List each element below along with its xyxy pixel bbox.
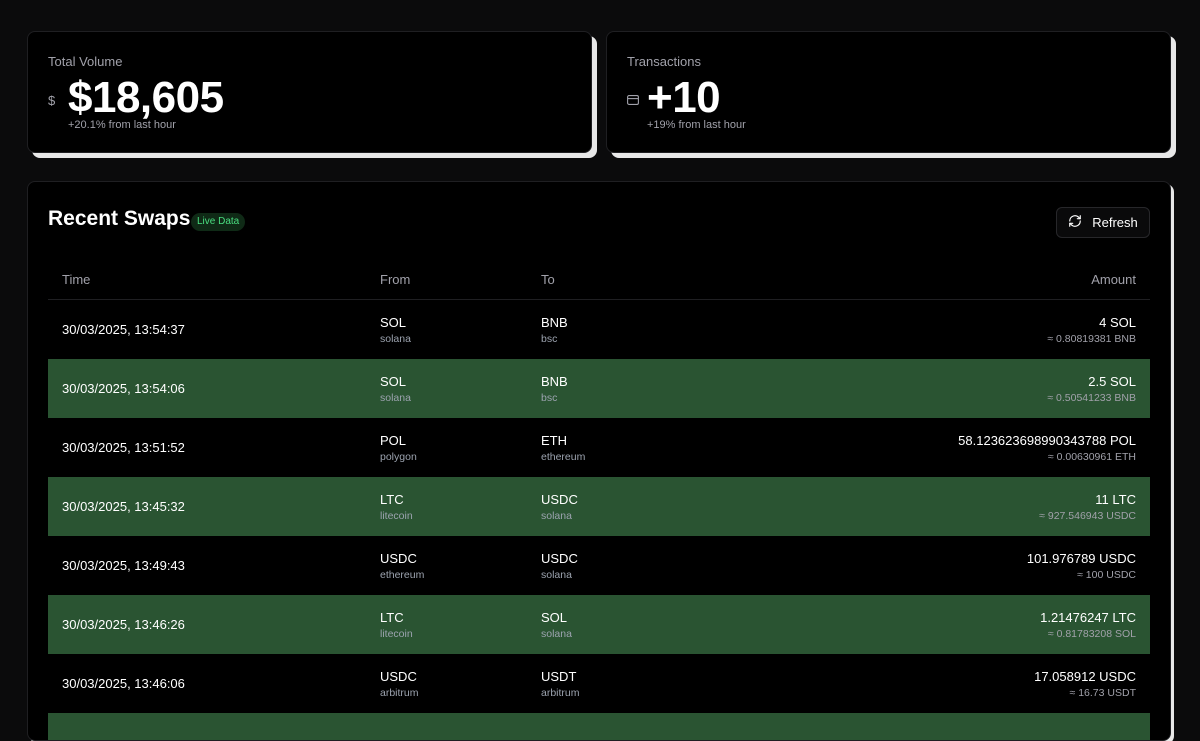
total-volume-card: Total Volume $ $18,605 +20.1% from last … <box>27 31 592 153</box>
column-header-time: Time <box>62 272 91 287</box>
swap-amount: 4 SOL <box>1099 314 1136 330</box>
from-symbol: USDC <box>380 550 417 566</box>
swap-time: 30/03/2025, 13:54:37 <box>62 322 185 337</box>
column-header-amount: Amount <box>1091 272 1136 287</box>
swap-time: 30/03/2025, 13:54:06 <box>62 381 185 396</box>
table-row[interactable]: 30/03/2025, 13:45:32 LTC litecoin USDC sol… <box>48 477 1150 536</box>
swap-approx-amount: ≈ 0.80819381 BNB <box>1047 332 1136 345</box>
from-chain: solana <box>380 391 411 404</box>
swap-approx-amount: ≈ 0.81783208 SOL <box>1047 627 1136 640</box>
swap-time: 30/03/2025, 13:51:52 <box>62 440 185 455</box>
refresh-button[interactable]: Refresh <box>1056 207 1150 238</box>
table-row[interactable]: 30/03/2025, 13:46:26 LTC litecoin SOL sola… <box>48 595 1150 654</box>
swap-amount: 11 LTC <box>1095 491 1136 507</box>
to-symbol: ETH <box>541 432 567 448</box>
recent-swaps-panel: Recent Swaps Live Data Refresh Time From… <box>27 181 1171 741</box>
transactions-card: Transactions +10 +19% from last hour <box>606 31 1171 153</box>
table-row[interactable]: 30/03/2025, 13:54:37 SOL solana BNB bsc 4 … <box>48 300 1150 359</box>
transactions-change: +19% from last hour <box>647 119 746 131</box>
table-header: Time From To Amount <box>48 260 1150 300</box>
table-row[interactable]: 30/03/2025, 13:49:43 USDC ethereum USDC so… <box>48 536 1150 595</box>
live-data-badge: Live Data <box>191 213 246 231</box>
column-header-to: To <box>541 272 555 287</box>
from-symbol: POL <box>380 432 407 448</box>
refresh-label: Refresh <box>1092 215 1138 230</box>
total-volume-label: Total Volume <box>48 54 123 69</box>
swap-approx-amount: ≈ 16.73 USDT <box>1069 686 1136 699</box>
to-chain: solana <box>541 627 572 640</box>
transactions-value: +10 <box>647 73 721 122</box>
from-chain: litecoin <box>380 627 413 640</box>
to-chain: solana <box>541 568 572 581</box>
to-chain: bsc <box>541 332 558 345</box>
swap-approx-amount: ≈ 0.50541233 BNB <box>1047 391 1136 404</box>
swap-time: 30/03/2025, 13:49:43 <box>62 558 185 573</box>
dollar-icon: $ <box>48 92 56 108</box>
total-volume-value: $18,605 <box>68 73 224 122</box>
from-chain: arbitrum <box>380 686 419 699</box>
from-chain: litecoin <box>380 509 413 522</box>
from-symbol: LTC <box>380 491 404 507</box>
column-header-from: From <box>380 272 411 287</box>
credit-card-icon <box>627 95 647 105</box>
to-symbol: SOL <box>541 609 568 625</box>
swap-amount: 58.123623698990343788 POL <box>958 432 1136 448</box>
to-chain: bsc <box>541 391 558 404</box>
total-volume-change: +20.1% from last hour <box>68 119 176 131</box>
swap-amount: 1.21476247 LTC <box>1040 609 1136 625</box>
to-symbol: USDC <box>541 491 578 507</box>
table-row[interactable] <box>48 713 1150 740</box>
swap-approx-amount: ≈ 100 USDC <box>1077 568 1136 581</box>
swap-amount: 2.5 SOL <box>1088 373 1136 389</box>
swap-time: 30/03/2025, 13:45:32 <box>62 499 185 514</box>
swap-time: 30/03/2025, 13:46:06 <box>62 676 185 691</box>
table-row[interactable]: 30/03/2025, 13:46:06 USDC arbitrum USDT ar… <box>48 654 1150 713</box>
from-symbol: SOL <box>380 314 407 330</box>
swaps-table: Time From To Amount 30/03/2025, 13:54:37… <box>48 260 1150 740</box>
table-row[interactable]: 30/03/2025, 13:54:06 SOL solana BNB bsc 2.… <box>48 359 1150 418</box>
from-chain: solana <box>380 332 411 345</box>
to-chain: solana <box>541 509 572 522</box>
to-symbol: USDT <box>541 668 577 684</box>
transactions-label: Transactions <box>627 54 701 69</box>
from-chain: ethereum <box>380 568 425 581</box>
to-chain: ethereum <box>541 450 586 463</box>
from-symbol: USDC <box>380 668 417 684</box>
from-symbol: SOL <box>380 373 407 389</box>
to-symbol: BNB <box>541 373 568 389</box>
swap-time: 30/03/2025, 13:46:26 <box>62 617 185 632</box>
to-symbol: USDC <box>541 550 578 566</box>
recent-swaps-title: Recent Swaps <box>48 207 191 230</box>
from-symbol: LTC <box>380 609 404 625</box>
to-symbol: BNB <box>541 314 568 330</box>
swap-amount: 17.058912 USDC <box>1034 668 1136 684</box>
swap-amount: 101.976789 USDC <box>1026 550 1136 566</box>
table-row[interactable]: 30/03/2025, 13:51:52 POL polygon ETH ether… <box>48 418 1150 477</box>
refresh-icon <box>1068 214 1082 231</box>
swap-approx-amount: ≈ 0.00630961 ETH <box>1047 450 1136 463</box>
from-chain: polygon <box>380 450 417 463</box>
swap-approx-amount: ≈ 927.546943 USDC <box>1039 509 1136 522</box>
to-chain: arbitrum <box>541 686 580 699</box>
